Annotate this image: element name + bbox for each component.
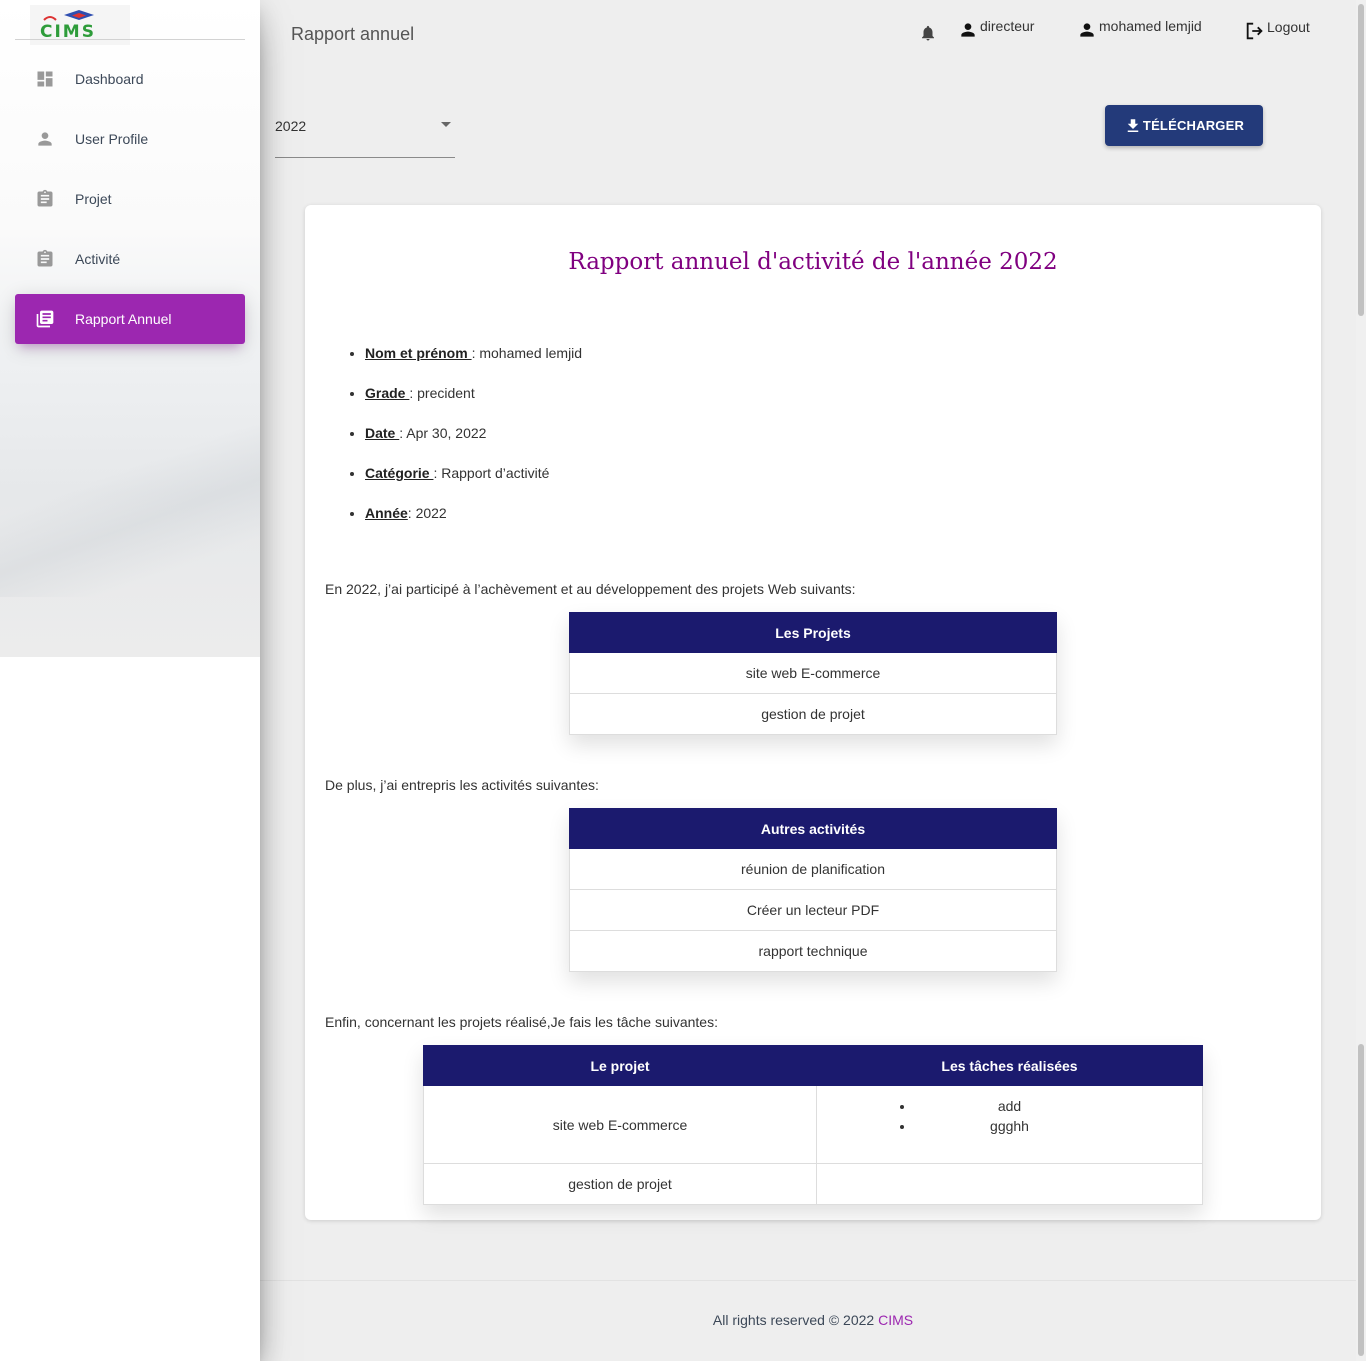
logout-button[interactable]: Logout xyxy=(1244,19,1310,42)
scrollbar[interactable] xyxy=(1356,0,1366,1361)
info-separator: : xyxy=(407,505,416,521)
list-item: Catégorie : Rapport d’activité xyxy=(365,463,582,503)
table-row: rapport technique xyxy=(569,930,1057,972)
info-label: Année xyxy=(365,505,408,521)
sidebar-item-label: Projet xyxy=(75,191,112,207)
table-row: réunion de planification xyxy=(569,848,1057,890)
logo-text: CIMS xyxy=(40,22,96,40)
chevron-down-icon xyxy=(441,122,451,127)
footer-divider xyxy=(260,1280,1366,1281)
year-select[interactable]: 2022 xyxy=(275,105,455,158)
table-header: Les Projets xyxy=(569,612,1057,653)
sidebar-item-label: Rapport Annuel xyxy=(75,311,172,327)
projects-table: Les Projets site web E-commerce gestion … xyxy=(569,612,1057,735)
report-card: Rapport annuel d'activité de l'année 202… xyxy=(305,205,1321,1220)
table-row: Créer un lecteur PDF xyxy=(569,889,1057,931)
dashboard-icon xyxy=(35,69,55,89)
table-header: Les tâches réalisées xyxy=(816,1045,1203,1086)
activities-table: Autres activités réunion de planificatio… xyxy=(569,808,1057,972)
cims-logo[interactable]: CIMS xyxy=(34,8,120,40)
report-info-list: Nom et prénom : mohamed lemjid Grade : p… xyxy=(365,343,582,543)
footer-brand-link[interactable]: CIMS xyxy=(878,1312,913,1328)
tasks-list: add ggghh xyxy=(915,1096,1105,1136)
table-cell: site web E-commerce xyxy=(423,1085,817,1164)
list-item: Année: 2022 xyxy=(365,503,582,543)
report-title: Rapport annuel d'activité de l'année 202… xyxy=(568,249,1058,275)
info-value: Rapport d’activité xyxy=(441,465,550,481)
table-header: Le projet xyxy=(423,1045,817,1086)
sidebar: CIMS Dashboard User Profile Projet Activ… xyxy=(0,0,260,1361)
download-icon xyxy=(1127,118,1139,132)
sidebar-item-label: User Profile xyxy=(75,131,149,147)
clipboard-icon xyxy=(35,189,55,209)
sidebar-item-activite[interactable]: Activité xyxy=(15,234,245,284)
list-item: add xyxy=(915,1096,1105,1116)
projects-intro: En 2022, j’ai participé à l’achèvement e… xyxy=(325,581,856,597)
bell-icon xyxy=(922,25,934,41)
table-cell: add ggghh xyxy=(816,1085,1203,1164)
user-name: mohamed lemjid xyxy=(1099,18,1202,34)
info-value: 2022 xyxy=(415,505,447,521)
scrollbar-thumb[interactable] xyxy=(1358,4,1364,316)
info-separator: : xyxy=(409,385,418,401)
info-value: Apr 30, 2022 xyxy=(406,425,487,441)
user-menu[interactable]: mohamed lemjid xyxy=(1077,18,1202,40)
table-cell: gestion de projet xyxy=(423,1163,817,1205)
logout-icon xyxy=(1246,22,1263,40)
tasks-table: Le projet Les tâches réalisées site web … xyxy=(423,1045,1203,1205)
library-books-icon xyxy=(35,309,55,329)
sidebar-item-label: Activité xyxy=(75,251,121,267)
list-item: Nom et prénom : mohamed lemjid xyxy=(365,343,582,383)
table-row: site web E-commerce add ggghh xyxy=(423,1085,1203,1164)
footer-text: All rights reserved © 2022 xyxy=(712,1312,879,1328)
sidebar-item-user-profile[interactable]: User Profile xyxy=(15,114,245,164)
sidebar-item-dashboard[interactable]: Dashboard xyxy=(15,54,245,104)
tasks-intro: Enfin, concernant les projets réalisé,Je… xyxy=(325,1014,718,1030)
role-menu[interactable]: directeur xyxy=(958,18,1035,40)
year-select-value: 2022 xyxy=(275,118,307,134)
clipboard-icon xyxy=(35,249,55,269)
person-icon xyxy=(1080,23,1094,37)
activities-intro: De plus, j’ai entrepris les activités su… xyxy=(325,777,599,793)
table-cell: réunion de planification xyxy=(569,848,1057,890)
download-button[interactable]: TÉLÉCHARGER xyxy=(1105,105,1263,146)
table-cell: site web E-commerce xyxy=(569,652,1057,694)
sidebar-item-projet[interactable]: Projet xyxy=(15,174,245,224)
table-cell: rapport technique xyxy=(569,930,1057,972)
person-icon xyxy=(961,23,975,37)
info-label: Date xyxy=(365,425,400,441)
info-label: Catégorie xyxy=(365,465,434,481)
info-label: Grade xyxy=(365,385,410,401)
sidebar-item-rapport-annuel[interactable]: Rapport Annuel xyxy=(15,294,245,344)
download-label: TÉLÉCHARGER xyxy=(1142,118,1245,133)
role-label: directeur xyxy=(980,18,1035,34)
footer: All rights reserved © 2022 CIMS xyxy=(260,1312,1366,1328)
table-row: gestion de projet xyxy=(423,1163,1203,1205)
logout-label: Logout xyxy=(1267,19,1310,35)
table-row: site web E-commerce xyxy=(569,652,1057,694)
list-item: Date : Apr 30, 2022 xyxy=(365,423,582,463)
table-cell: Créer un lecteur PDF xyxy=(569,889,1057,931)
person-icon xyxy=(35,129,55,149)
notifications-button[interactable] xyxy=(919,24,937,42)
info-value: mohamed lemjid xyxy=(479,345,583,361)
list-item: ggghh xyxy=(915,1116,1105,1136)
table-cell: gestion de projet xyxy=(569,693,1057,735)
list-item: Grade : precident xyxy=(365,383,582,423)
info-value: precident xyxy=(417,385,475,401)
info-label: Nom et prénom xyxy=(365,345,472,361)
table-row: gestion de projet xyxy=(569,693,1057,735)
table-header: Autres activités xyxy=(569,808,1057,849)
sidebar-item-label: Dashboard xyxy=(75,71,144,87)
table-cell xyxy=(816,1163,1203,1205)
scrollbar-thumb[interactable] xyxy=(1358,1044,1364,1356)
sidebar-nav: Dashboard User Profile Projet Activité R… xyxy=(15,54,245,354)
